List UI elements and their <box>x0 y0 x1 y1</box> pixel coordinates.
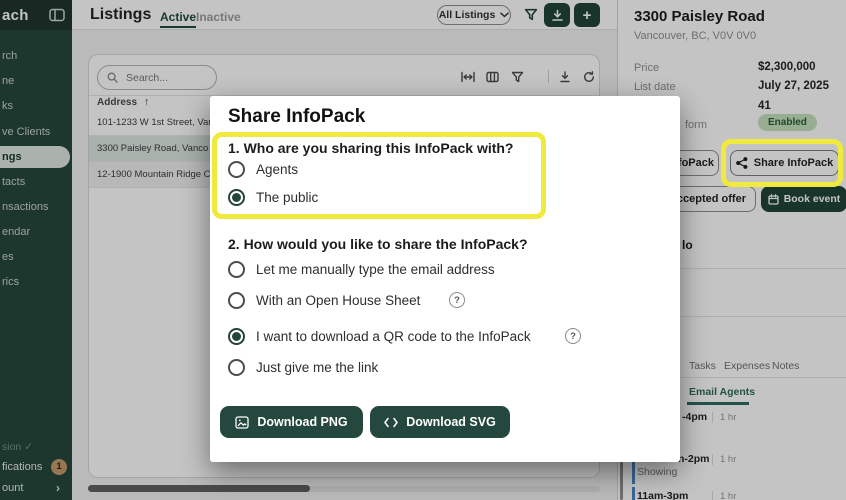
radio-qr-code-selected[interactable] <box>228 328 245 345</box>
radio-agents[interactable] <box>228 161 245 178</box>
radio-label-agents[interactable]: Agents <box>256 162 298 177</box>
question-1: 1. Who are you sharing this InfoPack wit… <box>228 140 513 156</box>
radio-the-public-selected[interactable] <box>228 189 245 206</box>
app-window: ach rch ne ks ve Clients ngs tacts nsact… <box>0 0 846 500</box>
radio-open-house-sheet[interactable] <box>228 292 245 309</box>
radio-label-the-public[interactable]: The public <box>256 190 318 205</box>
radio-label-just-the-link[interactable]: Just give me the link <box>256 360 378 375</box>
share-infopack-modal: Share InfoPack 1. Who are you sharing th… <box>210 96 680 462</box>
radio-just-the-link[interactable] <box>228 359 245 376</box>
radio-label-open-house-sheet[interactable]: With an Open House Sheet <box>256 293 420 308</box>
code-icon <box>384 417 398 428</box>
download-svg-button[interactable]: Download SVG <box>370 406 510 438</box>
question-2: 2. How would you like to share the InfoP… <box>228 236 528 252</box>
radio-manual-email[interactable] <box>228 261 245 278</box>
modal-title: Share InfoPack <box>228 106 365 128</box>
help-icon[interactable]: ? <box>565 328 581 344</box>
radio-label-manual-email[interactable]: Let me manually type the email address <box>256 262 495 277</box>
help-icon[interactable]: ? <box>449 292 465 308</box>
image-icon <box>235 416 249 429</box>
radio-label-qr-code[interactable]: I want to download a QR code to the Info… <box>256 329 531 344</box>
download-png-button[interactable]: Download PNG <box>220 406 363 438</box>
